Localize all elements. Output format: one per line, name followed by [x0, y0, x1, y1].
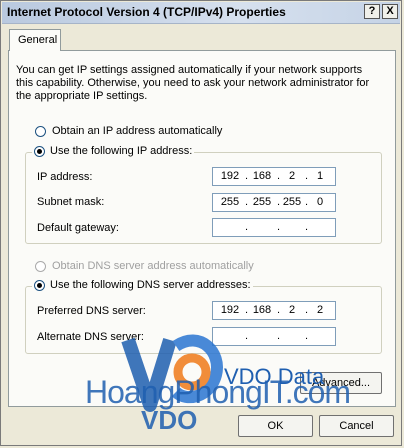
preferred-dns-field[interactable]: 192 . 168 . 2 . 2	[212, 301, 336, 320]
window-title: Internet Protocol Version 4 (TCP/IPv4) P…	[7, 5, 286, 19]
alternate-dns-field[interactable]: . . .	[212, 327, 336, 346]
obtain-dns-auto-label: Obtain DNS server address automatically	[52, 260, 254, 272]
tab-general-label: General	[18, 34, 58, 46]
octet-separator: .	[245, 221, 249, 233]
octet-separator: .	[245, 170, 249, 182]
octet-separator: .	[305, 221, 309, 233]
default-gateway-label: Default gateway:	[37, 222, 119, 234]
use-ip-legend: Use the following IP address:	[32, 145, 195, 158]
dns-octet-2: 168	[252, 304, 272, 316]
octet-separator: .	[277, 196, 281, 208]
dns-octet-3: 2	[288, 304, 296, 316]
use-following-dns-radio[interactable]	[34, 279, 45, 291]
octet-separator: .	[245, 304, 249, 316]
ip-address-label: IP address:	[37, 171, 93, 183]
octet-separator: .	[245, 196, 249, 208]
obtain-ip-auto-label[interactable]: Obtain an IP address automatically	[52, 125, 222, 137]
dns-octet-4: 2	[316, 304, 324, 316]
mask-octet-1: 255	[220, 196, 240, 208]
mask-octet-2: 255	[252, 196, 272, 208]
help-button[interactable]: ?	[364, 4, 380, 19]
description-text: You can get IP settings assigned automat…	[16, 64, 370, 102]
octet-separator: .	[305, 196, 309, 208]
close-button[interactable]: X	[382, 4, 398, 19]
alternate-dns-label: Alternate DNS server:	[37, 331, 144, 343]
ip-octet-1: 192	[220, 170, 240, 182]
use-following-ip-radio[interactable]	[34, 145, 45, 157]
title-bar[interactable]: Internet Protocol Version 4 (TCP/IPv4) P…	[2, 2, 400, 24]
dns-octet-1: 192	[220, 304, 240, 316]
dialog-window: Internet Protocol Version 4 (TCP/IPv4) P…	[0, 0, 402, 446]
mask-octet-4: 0	[316, 196, 324, 208]
use-following-ip-label[interactable]: Use the following IP address:	[50, 145, 192, 157]
obtain-ip-auto-radio[interactable]	[35, 126, 46, 137]
ip-octet-4: 1	[316, 170, 324, 182]
use-dns-legend: Use the following DNS server addresses:	[32, 279, 253, 292]
ok-button[interactable]: OK	[238, 415, 313, 437]
obtain-dns-auto-radio	[35, 261, 46, 272]
octet-separator: .	[277, 221, 281, 233]
octet-separator: .	[305, 170, 309, 182]
default-gateway-field[interactable]: . . .	[212, 218, 336, 237]
use-following-dns-label[interactable]: Use the following DNS server addresses:	[50, 279, 251, 291]
octet-separator: .	[245, 330, 249, 342]
octet-separator: .	[305, 304, 309, 316]
advanced-button[interactable]: Advanced...	[300, 372, 382, 394]
cancel-button[interactable]: Cancel	[319, 415, 394, 437]
subnet-mask-field[interactable]: 255 . 255 . 255 . 0	[212, 193, 336, 212]
ip-octet-3: 2	[288, 170, 296, 182]
octet-separator: .	[305, 330, 309, 342]
octet-separator: .	[277, 330, 281, 342]
ip-address-field[interactable]: 192 . 168 . 2 . 1	[212, 167, 336, 186]
tab-general[interactable]: General	[9, 29, 61, 51]
octet-separator: .	[277, 304, 281, 316]
ip-octet-2: 168	[252, 170, 272, 182]
preferred-dns-label: Preferred DNS server:	[37, 305, 146, 317]
subnet-mask-label: Subnet mask:	[37, 196, 105, 208]
mask-octet-3: 255	[282, 196, 302, 208]
octet-separator: .	[277, 170, 281, 182]
